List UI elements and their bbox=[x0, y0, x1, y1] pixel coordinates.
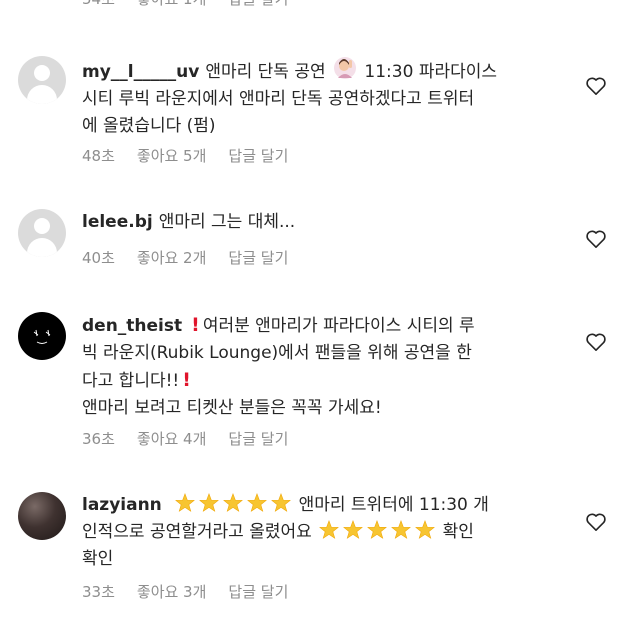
glowing-star-emoji bbox=[271, 493, 292, 512]
comment-text: den_theist! 여러분 앤마리가 파라다이스 시티의 루 빅 라운지(Ru… bbox=[82, 314, 475, 418]
glowing-star-emoji bbox=[415, 520, 436, 539]
glowing-star-emoji bbox=[367, 520, 388, 539]
like-count[interactable]: 좋아요 1개 bbox=[137, 0, 207, 12]
reply-button[interactable]: 답글 달기 bbox=[228, 145, 288, 166]
heart-outline-icon[interactable] bbox=[585, 512, 607, 532]
comment-time: 40초 bbox=[82, 249, 115, 267]
avatar-face-icon bbox=[33, 329, 51, 344]
glowing-star-emoji bbox=[343, 520, 364, 539]
star-emoji-row bbox=[168, 493, 299, 515]
heart-outline-icon[interactable] bbox=[585, 332, 607, 352]
comment-time: 48초 bbox=[82, 147, 115, 165]
comment-time: 36초 bbox=[82, 430, 115, 448]
username[interactable]: den_theist bbox=[82, 316, 182, 336]
glowing-star-emoji bbox=[247, 493, 268, 512]
avatar[interactable] bbox=[18, 209, 66, 257]
like-count[interactable]: 좋아요 3개 bbox=[137, 581, 207, 602]
comment-text: lelee.bj 앤마리 그는 대체... bbox=[82, 212, 296, 232]
reply-button[interactable]: 답글 달기 bbox=[228, 247, 288, 268]
reply-button[interactable]: 답글 달기 bbox=[228, 428, 288, 449]
previous-comment-meta: 54초 좋아요 1개 답글 달기 bbox=[82, 0, 288, 12]
comment-meta: 40초 좋아요 2개 답글 달기 bbox=[82, 247, 288, 268]
comment-time: 54초 bbox=[82, 0, 115, 12]
username[interactable]: lazyiann bbox=[82, 495, 162, 515]
glowing-star-emoji bbox=[391, 520, 412, 539]
red-exclamation-emoji: ! bbox=[182, 369, 191, 391]
like-count[interactable]: 좋아요 4개 bbox=[137, 428, 207, 449]
comment-meta: 36초 좋아요 4개 답글 달기 bbox=[82, 428, 288, 449]
avatar[interactable] bbox=[18, 492, 66, 540]
comment-text: lazyiann 앤마리 트위터에 11:30 개 인적으로 공연할거라고 올렸… bbox=[82, 492, 562, 573]
username[interactable]: lelee.bj bbox=[82, 212, 153, 232]
like-count[interactable]: 좋아요 2개 bbox=[137, 247, 207, 268]
glowing-star-emoji bbox=[223, 493, 244, 512]
reply-button[interactable]: 답글 달기 bbox=[228, 0, 288, 12]
red-exclamation-emoji: ! bbox=[191, 314, 200, 336]
avatar[interactable] bbox=[18, 56, 66, 104]
heart-outline-icon[interactable] bbox=[585, 76, 607, 96]
glowing-star-emoji bbox=[175, 493, 196, 512]
username[interactable]: my__l_____uv bbox=[82, 62, 199, 82]
comment-text: my__l_____uv 앤마리 단독 공연 11:30 파라다이스 시티 루빅 … bbox=[82, 56, 562, 140]
person-gesturing-emoji bbox=[334, 57, 357, 79]
comment-meta: 48초 좋아요 5개 답글 달기 bbox=[82, 145, 288, 166]
like-count[interactable]: 좋아요 5개 bbox=[137, 145, 207, 166]
comment-time: 33초 bbox=[82, 583, 115, 601]
heart-outline-icon[interactable] bbox=[585, 229, 607, 249]
reply-button[interactable]: 답글 달기 bbox=[228, 581, 288, 602]
avatar[interactable] bbox=[18, 312, 66, 360]
glowing-star-emoji bbox=[319, 520, 340, 539]
comment-meta: 33초 좋아요 3개 답글 달기 bbox=[82, 581, 288, 602]
glowing-star-emoji bbox=[199, 493, 220, 512]
star-emoji-row bbox=[312, 520, 443, 542]
